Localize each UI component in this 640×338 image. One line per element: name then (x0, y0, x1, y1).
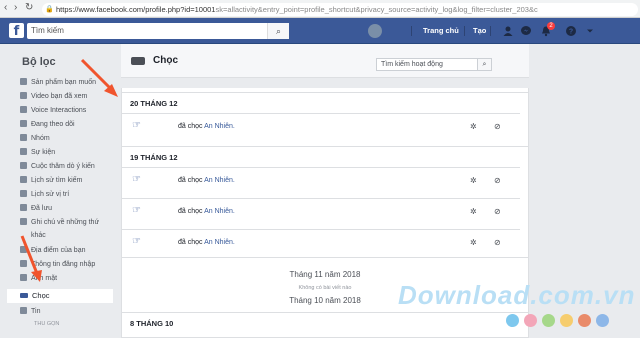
watermark-dot (506, 314, 519, 327)
watermark-dot (524, 314, 537, 327)
watermark-dot (596, 314, 609, 327)
watermark-dot (542, 314, 555, 327)
arrow-to-pokes (20, 235, 40, 277)
watermark-dot (560, 314, 573, 327)
watermark-dot (578, 314, 591, 327)
arrow-head (31, 270, 42, 282)
watermark-logo: Download.com.vn (398, 280, 636, 310)
